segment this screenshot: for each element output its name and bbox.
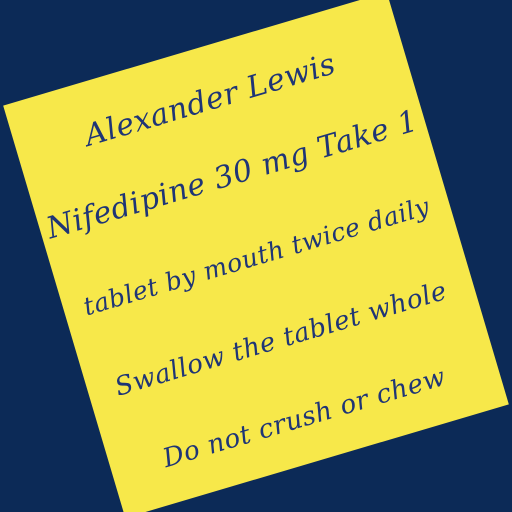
- background: { "label": { "background_color": "#f7e84…: [0, 0, 512, 512]
- prescription-label: Alexander Lewis Nifedipine 30 mg Take 1 …: [3, 0, 509, 512]
